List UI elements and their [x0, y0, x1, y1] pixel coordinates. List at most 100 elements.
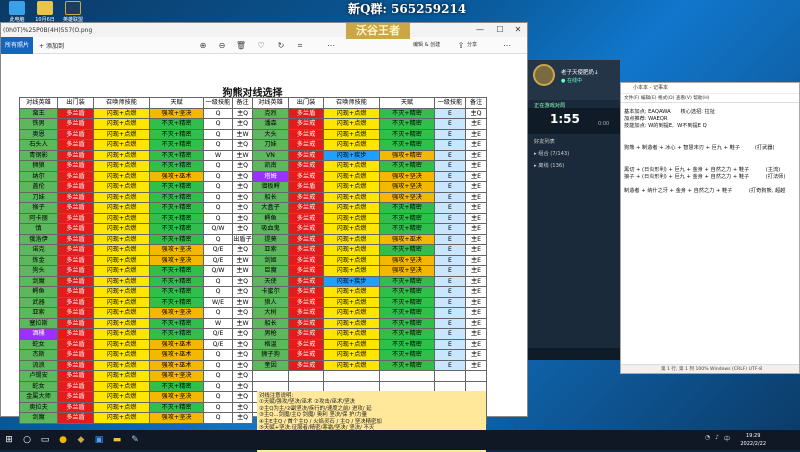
table-cell: 不灭+精密 — [379, 359, 435, 371]
desktop-icon-folder[interactable]: 10月6日 — [32, 1, 58, 23]
notepad-taskbar-icon[interactable]: ✎ — [126, 430, 144, 450]
table-cell: 多兰戒 — [288, 233, 324, 245]
table-cell: 主E — [465, 286, 487, 298]
table-cell: 闪现+点燃 — [93, 244, 150, 256]
volume-icon[interactable]: ♪ — [715, 434, 719, 443]
friend-group-2[interactable]: ▸ 离线 (136) — [534, 162, 564, 169]
network-icon[interactable]: ◔ — [705, 434, 710, 443]
table-cell: 主E — [465, 139, 487, 151]
game-taskbar-icon[interactable]: ◆ — [72, 430, 90, 450]
summoner-name: 老子天使肥奶↓ — [561, 70, 599, 76]
start-button[interactable]: ⊞ — [0, 430, 18, 450]
table-cell: 不灭+精密 — [379, 275, 435, 287]
table-cell: 主Q — [232, 275, 253, 287]
delete-icon[interactable]: 🗑 — [235, 37, 247, 54]
table-cell: Q — [203, 160, 233, 172]
table-cell: 刀妹 — [19, 191, 58, 203]
task-view-icon[interactable]: ▭ — [36, 430, 54, 450]
table-cell: 诺克 — [19, 244, 58, 256]
clock-time: 19:29 — [745, 433, 761, 439]
table-cell: 克烈 — [252, 107, 289, 119]
zoom-out-icon[interactable]: ⊖ — [216, 37, 228, 54]
table-cell: 多兰盾 — [57, 181, 94, 193]
column-header: 一级技能 — [434, 97, 466, 109]
search-icon[interactable]: ○ — [18, 430, 36, 450]
table-cell: 闪现+点燃 — [93, 401, 150, 413]
table-cell: 金属大师 — [19, 391, 58, 403]
table-cell: 闪现+点燃 — [323, 139, 380, 151]
share-button[interactable]: 分享 — [467, 37, 477, 54]
table-cell: 闪现+点燃 — [323, 181, 380, 193]
table-cell — [288, 370, 324, 382]
more-options-icon[interactable]: ⋯ — [501, 37, 513, 54]
desktop-icon-game[interactable]: 英雄联盟 — [60, 1, 86, 23]
channel-watermark: 沃谷王者 — [346, 23, 410, 39]
table-cell: 不灭+精密 — [379, 244, 435, 256]
table-cell: 闪现+点燃 — [93, 170, 150, 182]
column-header: 备注 — [465, 97, 487, 109]
table-cell: 闪现+点燃 — [93, 338, 150, 350]
table-cell: 闪现+点燃 — [93, 191, 150, 203]
table-cell: Q — [203, 370, 233, 382]
table-cell: 不灭+精密 — [379, 202, 435, 214]
crop-icon[interactable]: ⌗ — [294, 37, 306, 54]
table-cell: 闪现+点燃 — [323, 296, 380, 308]
table-cell: 主E — [465, 181, 487, 193]
table-cell: 多兰盾 — [57, 223, 94, 235]
share-icon[interactable]: ⇪ — [455, 37, 467, 54]
table-cell: 主Q — [232, 412, 253, 424]
table-cell: 不灭+精密 — [149, 401, 204, 413]
maximize-button[interactable]: ☐ — [491, 23, 509, 37]
table-cell: 强攻+坚决 — [149, 391, 204, 403]
table-cell: 闪现+点燃 — [93, 118, 150, 130]
table-cell: 不灭+精密 — [149, 160, 204, 172]
notepad-text[interactable]: 基本加点: EAQAWA 核心选招: 拉扯 加点推荐: WAEQR 技能加点: W的… — [624, 109, 800, 195]
table-cell: 狮子狗 — [252, 349, 289, 361]
table-cell: Q — [203, 128, 233, 140]
table-cell: 主Q — [232, 307, 253, 319]
close-button[interactable]: ✕ — [509, 23, 527, 37]
table-cell: E — [434, 181, 466, 193]
all-photos-button[interactable]: 所有照片 — [1, 36, 34, 54]
table-cell: 主Q — [232, 286, 253, 298]
qq-group-banner: 新Q群: 565259214 — [348, 2, 467, 16]
table-cell: E — [434, 244, 466, 256]
notepad-line: 黑切 + (日炎形利) + 巨九 + 金身 + 自然之力 + 鞋子 (主流) — [624, 166, 781, 173]
table-cell: 闪现+点燃 — [323, 160, 380, 172]
photos-taskbar-icon[interactable]: ▣ — [90, 430, 108, 450]
friend-group-1[interactable]: ▸ 组合 (7/143) — [534, 150, 569, 157]
notepad-menu[interactable]: 文件(F) 编辑(E) 格式(O) 查看(V) 帮助(H) — [621, 94, 799, 103]
table-cell: 多兰盾 — [57, 349, 94, 361]
edit-create-button[interactable]: 编辑 & 创建 — [413, 37, 440, 54]
table-cell: 闪现+点燃 — [323, 212, 380, 224]
table-cell: 主E — [465, 202, 487, 214]
table-cell: Q — [203, 107, 233, 119]
table-cell: 不灭+精密 — [379, 296, 435, 308]
table-cell: 主Q — [232, 212, 253, 224]
table-row: 猴子 多兰盾 闪现+点燃 不灭+精密 Q 主Q 大盒子 多兰戒 闪现+点燃 不灭+精密 E 主E — [19, 202, 487, 214]
favorite-icon[interactable]: ♡ — [255, 37, 267, 54]
system-tray[interactable]: ◔ ♪ 中 — [705, 434, 730, 443]
table-cell: 主Q — [232, 202, 253, 214]
overlay-footer — [528, 348, 620, 360]
table-cell: E — [434, 149, 466, 161]
column-header: 一级技能 — [203, 97, 233, 109]
add-to-button[interactable]: + 添加到 — [39, 41, 64, 50]
chrome-icon[interactable]: ● — [54, 430, 72, 450]
rotate-icon[interactable]: ↻ — [275, 37, 287, 54]
avatar[interactable] — [533, 64, 555, 86]
more-icon[interactable]: ⋯ — [325, 37, 337, 54]
folder-taskbar-icon[interactable]: ▬ — [108, 430, 126, 450]
desktop-icon-computer[interactable]: 此电脑 — [4, 1, 30, 23]
ime-icon[interactable]: 中 — [724, 434, 730, 443]
clock-date: 2022/2/22 — [740, 441, 766, 447]
game-client-overlay: 老子天使肥奶↓ ● 在线中 正在游戏对局 1:55 0:00 好友列表 ▸ 组合… — [528, 60, 620, 360]
table-cell: 闪现+点燃 — [323, 338, 380, 350]
zoom-in-icon[interactable]: ⊕ — [197, 37, 209, 54]
table-cell: 主E — [465, 223, 487, 235]
table-cell: 多兰盾 — [57, 170, 94, 182]
table-row: 俄洛伊 多兰盾 闪现+点燃 不灭+精密 Q 出盾子 提莫 多兰戒 闪现+点燃 强攻+巫术 E 主E — [19, 233, 487, 245]
table-row: 奥恩 多兰盾 闪现+点燃 不灭+精密 Q 主W 大头 多兰戒 闪现+点燃 不灭+精密 E 主E — [19, 128, 487, 140]
clock[interactable]: 19:29 2022/2/22 — [740, 432, 766, 448]
minimize-button[interactable]: — — [471, 23, 489, 37]
